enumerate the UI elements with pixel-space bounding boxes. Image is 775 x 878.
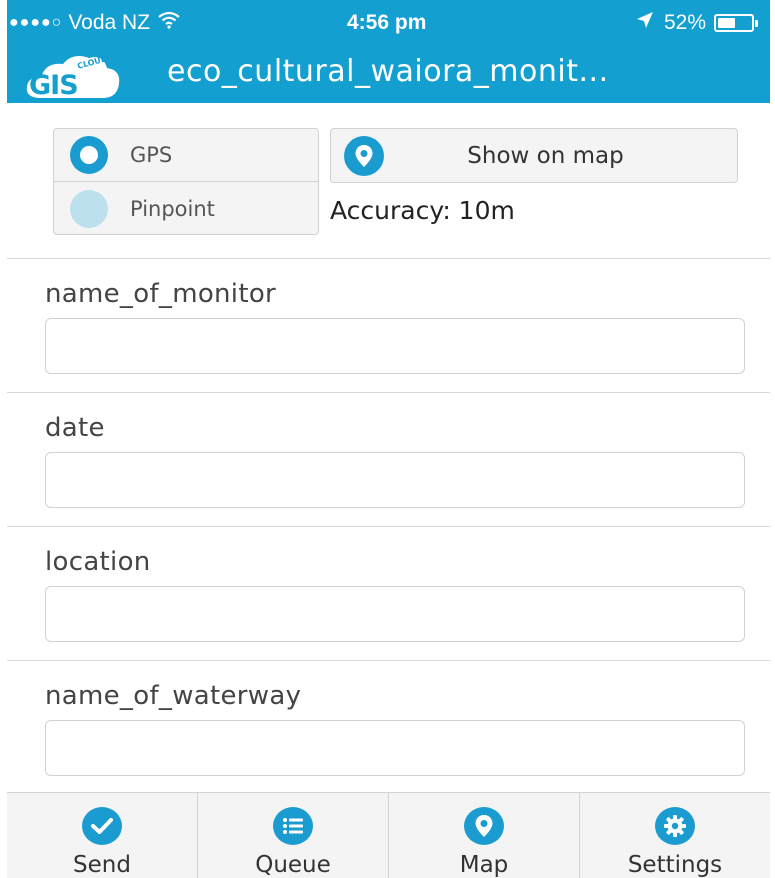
location-arrow-icon bbox=[636, 11, 654, 35]
carrier-name: Voda NZ bbox=[68, 11, 151, 34]
signal-strength-icon: ●●●●○ bbox=[9, 14, 63, 31]
tab-send[interactable]: Send bbox=[7, 793, 198, 878]
show-on-map-button[interactable]: Show on map bbox=[330, 128, 738, 183]
page-title: eco_cultural_waiora_monit... bbox=[167, 54, 609, 89]
accuracy-text: Accuracy: 10m bbox=[330, 196, 515, 225]
field-label-name-of-monitor: name_of_monitor bbox=[45, 279, 277, 309]
divider bbox=[7, 526, 770, 527]
status-bar: ●●●●○ Voda NZ 4:56 pm 52% bbox=[7, 0, 770, 44]
gps-option-label: GPS bbox=[130, 143, 173, 167]
tab-map-label: Map bbox=[459, 852, 509, 878]
field-label-date: date bbox=[45, 413, 105, 443]
pinpoint-option-label: Pinpoint bbox=[130, 196, 215, 221]
app-logo: CLOUD GIS bbox=[23, 48, 123, 102]
radio-selected-icon[interactable] bbox=[70, 136, 108, 174]
location-mode-selector: GPS Pinpoint bbox=[53, 128, 319, 235]
logo-text: GIS bbox=[29, 70, 79, 101]
divider bbox=[7, 258, 770, 259]
map-pin-icon bbox=[344, 135, 384, 176]
battery-percent: 52% bbox=[663, 11, 706, 34]
battery-icon bbox=[714, 14, 754, 32]
show-on-map-label: Show on map bbox=[467, 142, 624, 169]
status-time: 4:56 pm bbox=[347, 11, 427, 34]
name-of-monitor-input[interactable] bbox=[45, 318, 745, 374]
tab-settings[interactable]: Settings bbox=[580, 793, 770, 878]
gps-option[interactable]: GPS bbox=[54, 129, 318, 182]
pinpoint-option[interactable]: Pinpoint bbox=[54, 182, 318, 235]
tab-queue-label: Queue bbox=[255, 852, 331, 878]
bottom-tab-bar: Send Queue Map Settings bbox=[7, 792, 770, 878]
wifi-icon bbox=[158, 11, 180, 35]
map-pin-icon bbox=[464, 807, 504, 845]
check-icon bbox=[82, 807, 122, 845]
date-input[interactable] bbox=[45, 452, 745, 508]
radio-unselected-icon[interactable] bbox=[70, 189, 108, 228]
field-label-name-of-waterway: name_of_waterway bbox=[45, 681, 302, 711]
status-left: ●●●●○ Voda NZ bbox=[9, 11, 180, 35]
app-header: ●●●●○ Voda NZ 4:56 pm 52% CLOUD GIS eco_… bbox=[7, 0, 770, 103]
divider bbox=[7, 392, 770, 393]
list-icon bbox=[273, 807, 313, 845]
tab-settings-label: Settings bbox=[627, 852, 723, 878]
gear-icon bbox=[655, 807, 695, 845]
tab-queue[interactable]: Queue bbox=[198, 793, 389, 878]
tab-map[interactable]: Map bbox=[389, 793, 580, 878]
status-right: 52% bbox=[636, 11, 758, 35]
divider bbox=[7, 660, 770, 661]
name-of-waterway-input[interactable] bbox=[45, 720, 745, 776]
location-input[interactable] bbox=[45, 586, 745, 642]
field-label-location: location bbox=[45, 547, 151, 577]
tab-send-label: Send bbox=[73, 852, 131, 878]
